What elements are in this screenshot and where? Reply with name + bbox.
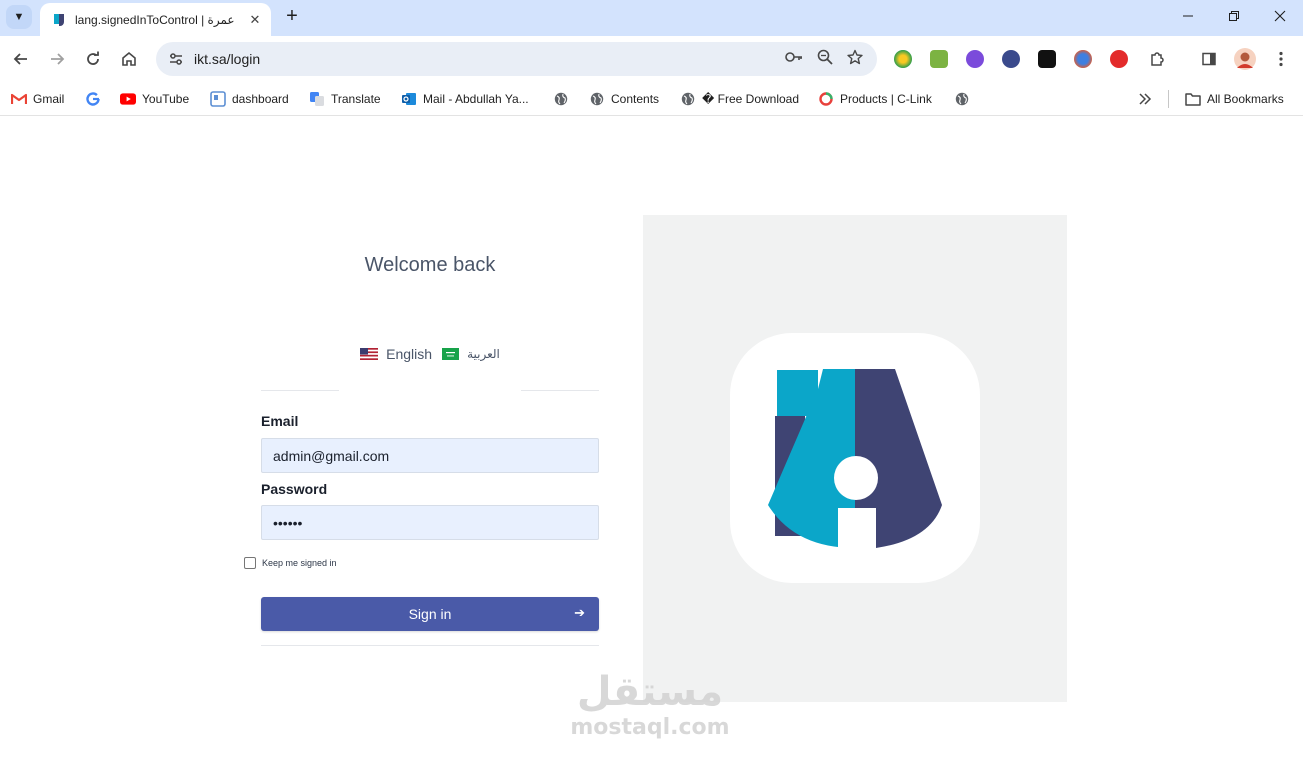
tab-strip: ▼ lang.signedInToControl | عمرة ✕ +: [0, 0, 1303, 36]
extension-blue-icon[interactable]: [1074, 50, 1092, 68]
watermark: مستقل mostaql.com: [560, 668, 740, 740]
bookmarks-bar: Gmail YouTube dashboard Translate Mail -…: [0, 82, 1303, 116]
zoom-magnifier-icon[interactable]: [817, 49, 833, 70]
bookmark-contents[interactable]: Contents: [589, 89, 659, 109]
side-panel-icon[interactable]: [1197, 47, 1221, 71]
remember-me: Keep me signed in: [244, 557, 337, 569]
bookmark-google[interactable]: [85, 89, 101, 109]
language-switcher: English العربية: [261, 346, 599, 362]
watermark-latin: mostaql.com: [570, 715, 730, 740]
globe-icon: [954, 91, 970, 107]
extensions-puzzle-icon[interactable]: [1145, 47, 1169, 71]
back-arrow-icon[interactable]: [9, 47, 33, 71]
address-bar[interactable]: ikt.sa/login: [156, 42, 877, 76]
extension-purple-icon[interactable]: [966, 50, 984, 68]
bookmark-free-download[interactable]: � Free Download: [680, 89, 799, 109]
bookmark-globe-2[interactable]: [954, 89, 970, 109]
translate-icon: [309, 91, 325, 107]
clink-icon: [818, 91, 834, 107]
minimize-icon[interactable]: [1165, 0, 1211, 32]
bookmark-gmail[interactable]: Gmail: [11, 89, 64, 109]
bookmarks-separator: [1168, 90, 1169, 108]
new-tab-plus-icon[interactable]: +: [282, 6, 302, 26]
outlook-icon: [401, 91, 417, 107]
brand-logo-icon: [768, 369, 942, 548]
bookmark-youtube[interactable]: YouTube: [120, 89, 189, 109]
email-label: Email: [261, 413, 299, 429]
profile-avatar[interactable]: [1233, 47, 1257, 71]
youtube-icon: [120, 91, 136, 107]
divider-right: [521, 390, 599, 391]
us-flag-icon: [360, 348, 379, 360]
browser-menu-icon[interactable]: [1269, 47, 1293, 71]
bookmark-star-icon[interactable]: [847, 49, 863, 70]
forward-arrow-icon[interactable]: [45, 47, 69, 71]
extension-cross-icon[interactable]: [1002, 50, 1020, 68]
browser-toolbar: ikt.sa/login: [0, 36, 1303, 82]
bookmarks-overflow-chevron-icon[interactable]: [1138, 89, 1152, 109]
extension-black-icon[interactable]: [1038, 50, 1056, 68]
arrow-right-icon: ➔: [574, 605, 585, 620]
password-key-icon[interactable]: [785, 50, 803, 68]
site-settings-icon[interactable]: [166, 51, 186, 67]
bookmark-globe-1[interactable]: [553, 89, 569, 109]
restore-icon[interactable]: [1211, 0, 1257, 32]
browser-tab-active[interactable]: lang.signedInToControl | عمرة ✕: [40, 3, 271, 36]
page-title: Welcome back: [364, 254, 496, 276]
extension-green-icon[interactable]: [930, 50, 948, 68]
remember-me-label: Keep me signed in: [262, 558, 337, 568]
close-window-icon[interactable]: [1257, 0, 1303, 32]
extension-globe-icon[interactable]: [894, 50, 912, 68]
globe-icon: [680, 91, 696, 107]
gmail-icon: [11, 91, 27, 107]
password-field[interactable]: [261, 505, 599, 540]
sign-in-label: Sign in: [408, 606, 452, 622]
google-icon: [85, 91, 101, 107]
bookmark-products-clink[interactable]: Products | C-Link: [818, 89, 932, 109]
globe-icon: [589, 91, 605, 107]
divider-bottom: [261, 645, 599, 646]
all-bookmarks-button[interactable]: All Bookmarks: [1185, 89, 1284, 109]
folder-icon: [1185, 91, 1201, 107]
home-icon[interactable]: [117, 47, 141, 71]
dashboard-icon: [210, 91, 226, 107]
tab-search-chevron-icon[interactable]: ▼: [6, 5, 32, 29]
bookmark-translate[interactable]: Translate: [309, 89, 381, 109]
extension-red-icon[interactable]: [1110, 50, 1128, 68]
email-field[interactable]: [261, 438, 599, 473]
site-favicon-icon: [52, 13, 66, 27]
divider-left: [261, 390, 339, 391]
tab-close-icon[interactable]: ✕: [247, 12, 263, 28]
tab-title: lang.signedInToControl | عمرة: [75, 12, 235, 27]
language-arabic[interactable]: العربية: [442, 347, 500, 361]
globe-icon: [553, 91, 569, 107]
url-text[interactable]: ikt.sa/login: [194, 51, 785, 67]
remember-me-checkbox[interactable]: [244, 557, 256, 569]
password-label: Password: [261, 481, 328, 497]
bookmark-outlook-mail[interactable]: Mail - Abdullah Ya...: [401, 89, 529, 109]
watermark-arabic: مستقل: [576, 669, 724, 715]
reload-icon[interactable]: [81, 47, 105, 71]
language-english[interactable]: English: [360, 346, 432, 362]
sa-flag-icon: [442, 348, 460, 360]
bookmark-dashboard[interactable]: dashboard: [210, 89, 289, 109]
sign-in-button[interactable]: Sign in ➔: [261, 597, 599, 631]
